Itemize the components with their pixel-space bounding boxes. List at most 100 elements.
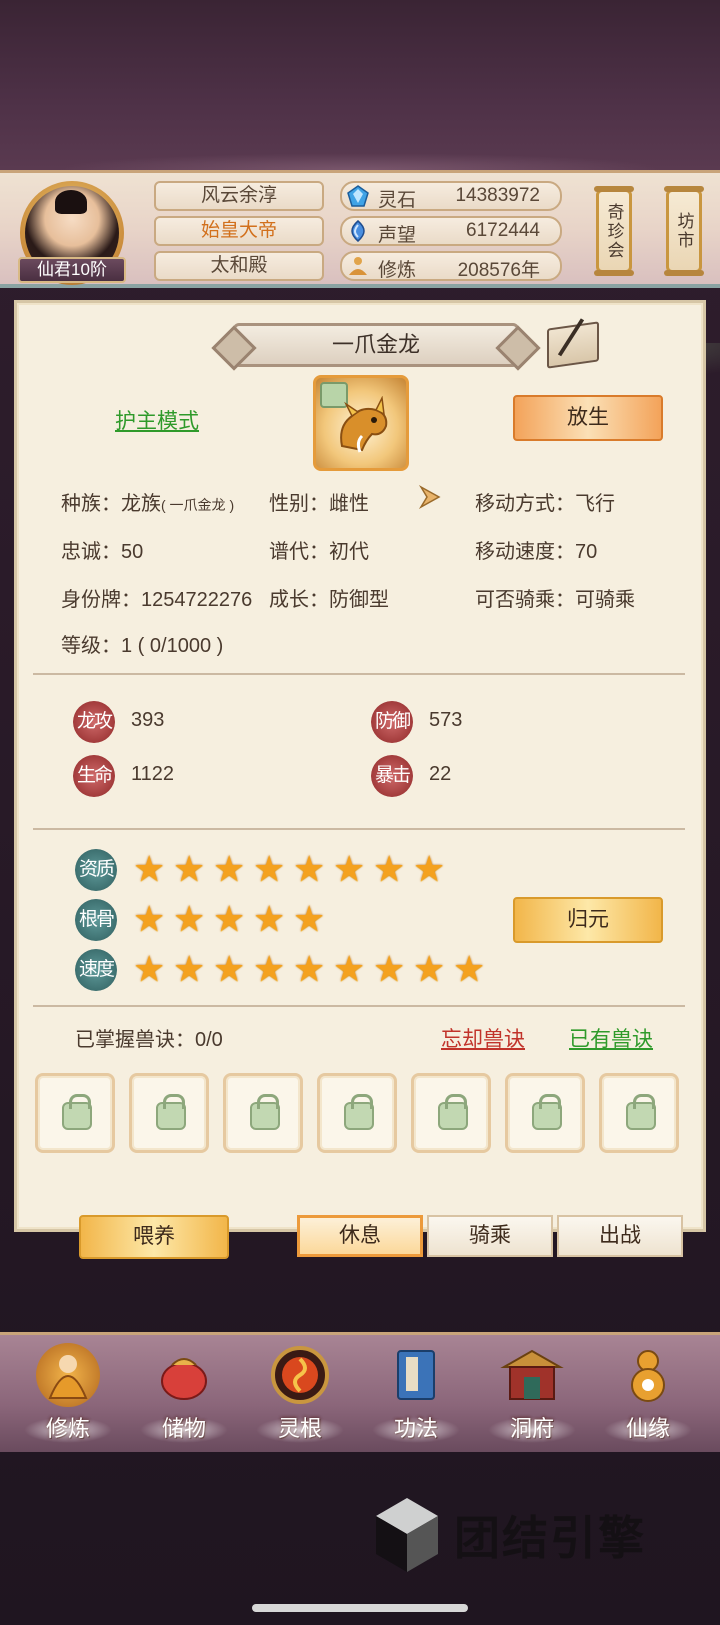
star-icon: ★	[293, 948, 326, 989]
resource-cultivation: 修炼 208576年	[340, 251, 562, 281]
hp-value: 1122	[131, 763, 175, 785]
hp-badge: 生命	[73, 755, 115, 797]
bone-badge: 根骨	[75, 899, 117, 941]
pet-gender: 性别：雌性	[269, 493, 369, 515]
reset-button[interactable]: 归元	[513, 897, 663, 943]
next-arrow-icon[interactable]	[415, 481, 447, 513]
star-icon: ★	[373, 848, 406, 889]
resource-reputation: 声望 6172444	[340, 216, 562, 246]
star-icon: ★	[333, 948, 366, 989]
feed-button[interactable]: 喂养	[79, 1215, 229, 1259]
monk-icon	[36, 1343, 100, 1407]
battle-button[interactable]: 出战	[557, 1215, 683, 1257]
book-icon	[384, 1343, 448, 1407]
star-icon: ★	[293, 898, 326, 939]
nav-storage[interactable]: 储物	[136, 1343, 232, 1451]
nav-cave[interactable]: 洞府	[484, 1343, 580, 1451]
rename-book-icon[interactable]	[547, 321, 599, 369]
palace-icon	[500, 1343, 564, 1407]
crit-value: 22	[429, 763, 452, 785]
golden-dragon-icon	[340, 396, 388, 453]
nav-cultivate[interactable]: 修炼	[20, 1343, 116, 1451]
star-icon: ★	[253, 848, 286, 889]
star-icon: ★	[453, 948, 486, 989]
cultivation-icon	[346, 255, 370, 277]
star-icon: ★	[253, 898, 286, 939]
divider	[33, 828, 685, 830]
lock-icon	[344, 1094, 374, 1130]
aptitude-stars: ★ ★ ★ ★ ★ ★ ★ ★	[133, 851, 449, 887]
player-location: 太和殿	[154, 251, 324, 281]
root-icon	[268, 1343, 332, 1407]
lock-icon	[250, 1094, 280, 1130]
lock-icon	[156, 1094, 186, 1130]
star-icon: ★	[133, 848, 166, 889]
resource-spirit-stone: 灵石 14383972	[340, 181, 562, 211]
skill-slot[interactable]	[505, 1073, 585, 1153]
star-icon: ★	[173, 848, 206, 889]
reputation-icon	[346, 220, 370, 242]
star-icon: ★	[213, 848, 246, 889]
player-title: 始皇大帝	[154, 216, 324, 246]
bone-stars: ★ ★ ★ ★ ★	[133, 901, 329, 937]
top-background	[0, 0, 720, 170]
skill-slot[interactable]	[599, 1073, 679, 1153]
pet-move-mode: 移动方式：飞行	[475, 493, 615, 515]
star-icon: ★	[373, 948, 406, 989]
pet-move-speed: 移动速度：70	[475, 541, 598, 563]
defense-badge: 防御	[371, 701, 413, 743]
engine-watermark: 团结引擎	[372, 1496, 646, 1574]
star-icon: ★	[253, 948, 286, 989]
pet-growth: 成长：防御型	[269, 589, 389, 611]
defense-value: 573	[429, 709, 463, 731]
star-icon: ★	[173, 898, 206, 939]
market-button[interactable]: 坊市	[664, 186, 704, 276]
release-button[interactable]: 放生	[513, 395, 663, 441]
lock-icon	[62, 1094, 92, 1130]
pet-level: 等级：1 ( 0/1000 )	[61, 635, 224, 657]
lock-icon	[438, 1094, 468, 1130]
ride-button[interactable]: 骑乘	[427, 1215, 553, 1257]
pet-name-plate: 一爪金龙	[233, 323, 519, 367]
player-header: 仙君10阶 风云余淳 始皇大帝 太和殿 灵石 14383972 声望 61724…	[0, 170, 720, 383]
divider	[33, 1005, 685, 1007]
pet-rideable: 可否骑乘：可骑乘	[475, 589, 635, 611]
skill-slot[interactable]	[317, 1073, 397, 1153]
pet-id-tag: 身份牌：1254722276	[61, 589, 253, 611]
forget-skill-link[interactable]: 忘却兽诀	[441, 1023, 525, 1053]
owned-skill-link[interactable]: 已有兽诀	[569, 1023, 653, 1053]
player-name: 风云余淳	[154, 181, 324, 211]
skill-slot[interactable]	[223, 1073, 303, 1153]
lock-icon	[626, 1094, 656, 1130]
star-icon: ★	[333, 848, 366, 889]
nav-spirit-root[interactable]: 灵根	[252, 1343, 348, 1451]
crit-badge: 暴击	[371, 755, 413, 797]
skill-slot[interactable]	[411, 1073, 491, 1153]
star-icon: ★	[413, 848, 446, 889]
pet-portrait[interactable]	[313, 375, 409, 471]
star-icon: ★	[213, 898, 246, 939]
rank-badge: 仙君10阶	[18, 257, 126, 283]
skill-slot[interactable]	[35, 1073, 115, 1153]
star-icon: ★	[413, 948, 446, 989]
bag-icon	[152, 1343, 216, 1407]
star-icon: ★	[173, 948, 206, 989]
pet-loyalty: 忠诚：50	[61, 541, 144, 563]
divider	[33, 673, 685, 675]
skill-slot[interactable]	[129, 1073, 209, 1153]
star-icon: ★	[213, 948, 246, 989]
guard-mode-link[interactable]: 护主模式	[115, 405, 199, 435]
pet-race: 种族：龙族( 一爪金龙 )	[61, 493, 235, 515]
home-indicator[interactable]	[252, 1604, 468, 1612]
nav-fate[interactable]: 仙缘	[600, 1343, 696, 1451]
speed-stars: ★ ★ ★ ★ ★ ★ ★ ★ ★	[133, 951, 489, 987]
bottom-navigation: 修炼 储物 灵根 功法 洞府 仙缘	[0, 1332, 720, 1452]
engine-logo-icon	[376, 1498, 438, 1572]
treasure-auction-button[interactable]: 奇珍会	[594, 186, 634, 276]
attack-value: 393	[131, 709, 165, 731]
speed-badge: 速度	[75, 949, 117, 991]
spirit-stone-icon	[346, 185, 370, 207]
rest-button[interactable]: 休息	[297, 1215, 423, 1257]
nav-techniques[interactable]: 功法	[368, 1343, 464, 1451]
aptitude-badge: 资质	[75, 849, 117, 891]
